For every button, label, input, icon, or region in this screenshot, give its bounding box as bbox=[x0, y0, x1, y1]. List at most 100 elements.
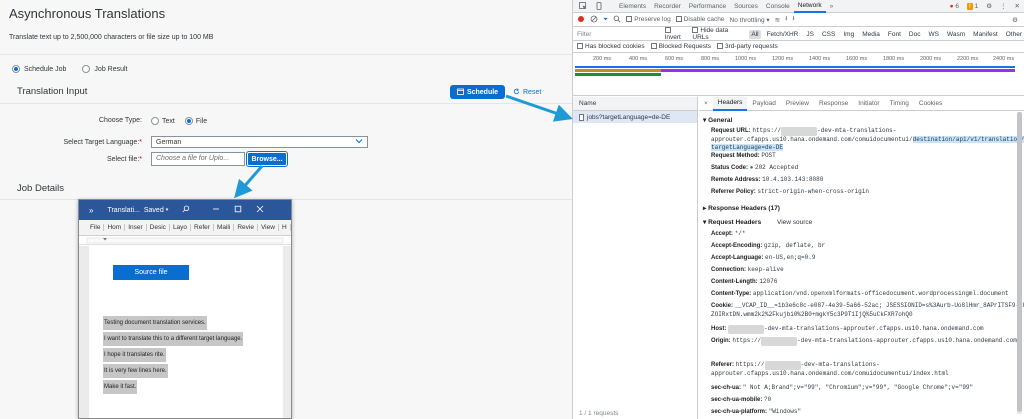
word-saved-status[interactable]: Saved bbox=[144, 207, 164, 214]
tab-elements[interactable]: Elements bbox=[615, 0, 650, 13]
kebab-menu-icon[interactable]: ⋮ bbox=[996, 0, 1011, 13]
filter-img[interactable]: Img bbox=[841, 30, 856, 39]
minimize-icon[interactable] bbox=[212, 205, 220, 215]
filter-wasm[interactable]: Wasm bbox=[945, 30, 967, 39]
inspect-icon[interactable] bbox=[573, 0, 591, 13]
request-headers-section-header[interactable]: ▾ Request Headers View source bbox=[703, 218, 812, 226]
word-doc-title: Translati... bbox=[107, 206, 140, 214]
ribbon-tab-file[interactable]: File bbox=[87, 224, 105, 231]
blocked-requests-checkbox[interactable]: Blocked Requests bbox=[650, 43, 711, 50]
network-overview-timeline[interactable]: 200 ms 400 ms 600 ms 800 ms 1000 ms 1200… bbox=[573, 54, 1024, 96]
ribbon-tab-help[interactable]: H bbox=[279, 224, 291, 231]
tab-sources[interactable]: Sources bbox=[730, 0, 762, 13]
filter-other[interactable]: Other bbox=[1004, 30, 1024, 39]
export-har-icon[interactable]: ⭳ bbox=[792, 14, 794, 25]
network-settings-icon[interactable]: ⚙ bbox=[1012, 16, 1018, 24]
saved-dropdown-icon[interactable]: ▾ bbox=[166, 207, 169, 213]
scrollbar-thumb[interactable] bbox=[1017, 112, 1022, 412]
close-icon[interactable] bbox=[256, 205, 264, 215]
radio-type-file-label[interactable]: File bbox=[196, 118, 207, 125]
radio-type-text-label[interactable]: Text bbox=[162, 118, 175, 125]
network-conditions-icon[interactable]: ≋ bbox=[775, 16, 780, 24]
word-overflow-icon[interactable]: » bbox=[89, 206, 93, 215]
header-origin: Origin: https://xxxxxxxxxxxx-dev-mta-tra… bbox=[711, 337, 1017, 346]
device-toolbar-icon[interactable] bbox=[591, 0, 607, 13]
ribbon-tab-view[interactable]: View bbox=[258, 224, 279, 231]
warning-count[interactable]: ! 1 bbox=[963, 0, 982, 13]
filter-input[interactable]: Filter bbox=[577, 31, 661, 38]
throttling-select[interactable]: No throttling ▾ bbox=[730, 16, 770, 24]
radio-schedule-job-label[interactable]: Schedule Job bbox=[24, 66, 66, 73]
radio-schedule-job[interactable] bbox=[12, 65, 20, 73]
filter-media[interactable]: Media bbox=[860, 30, 882, 39]
search-icon[interactable] bbox=[613, 15, 621, 25]
detail-tab-headers[interactable]: Headers bbox=[712, 96, 748, 111]
detail-tab-cookies[interactable]: Cookies bbox=[914, 97, 947, 111]
tab-network[interactable]: Network bbox=[793, 0, 826, 13]
detail-tab-timing[interactable]: Timing bbox=[885, 97, 914, 111]
schedule-button[interactable]: Schedule bbox=[450, 85, 505, 99]
general-section-header[interactable]: ▾ General bbox=[703, 116, 732, 124]
third-party-checkbox[interactable]: 3rd-party requests bbox=[717, 43, 778, 50]
record-icon[interactable] bbox=[577, 15, 585, 25]
preserve-log-checkbox[interactable]: Preserve log bbox=[626, 16, 671, 23]
file-upload-input[interactable]: Choose a file for Uplo... bbox=[151, 152, 245, 166]
detail-tab-payload[interactable]: Payload bbox=[747, 97, 781, 111]
word-ruler[interactable] bbox=[79, 236, 291, 245]
filter-js[interactable]: JS bbox=[804, 30, 816, 39]
search-icon[interactable] bbox=[182, 205, 190, 215]
ribbon-tab-mailings[interactable]: Maili bbox=[214, 224, 235, 231]
word-page[interactable]: Source file Testing document translation… bbox=[89, 246, 283, 418]
settings-icon[interactable]: ⚙ bbox=[982, 0, 996, 13]
radio-type-file[interactable] bbox=[184, 117, 193, 125]
view-source-link[interactable]: View source bbox=[777, 219, 812, 226]
document-icon bbox=[579, 113, 584, 121]
close-devtools-icon[interactable]: ✕ bbox=[1011, 0, 1024, 13]
invert-checkbox[interactable]: Invert bbox=[664, 27, 689, 41]
ribbon-tab-insert[interactable]: Inser bbox=[125, 224, 147, 231]
close-detail-icon[interactable]: × bbox=[699, 97, 713, 111]
clear-icon[interactable] bbox=[590, 15, 598, 25]
tab-performance[interactable]: Performance bbox=[685, 0, 730, 13]
radio-job-result[interactable] bbox=[82, 65, 91, 73]
request-row[interactable]: jobs?targetLanguage=de-DE bbox=[573, 111, 697, 123]
radio-type-text[interactable] bbox=[151, 117, 159, 125]
tab-console[interactable]: Console bbox=[762, 0, 794, 13]
filter-manifest[interactable]: Manifest bbox=[971, 30, 1000, 39]
filter-font[interactable]: Font bbox=[886, 30, 903, 39]
radio-job-result-label[interactable]: Job Result bbox=[94, 66, 127, 73]
disable-cache-checkbox[interactable]: Disable cache bbox=[675, 16, 725, 23]
import-har-icon[interactable]: ⭳ bbox=[785, 14, 787, 25]
response-headers-section-header[interactable]: ▸ Response Headers (17) bbox=[703, 204, 780, 212]
tab-recorder[interactable]: Recorder bbox=[650, 0, 685, 13]
blocked-cookies-checkbox[interactable]: Has blocked cookies bbox=[577, 43, 645, 50]
maximize-icon[interactable] bbox=[234, 205, 242, 215]
ribbon-tab-design[interactable]: Desic bbox=[147, 224, 170, 231]
timeline-tick: 1800 ms bbox=[883, 56, 905, 62]
filter-css[interactable]: CSS bbox=[820, 30, 837, 39]
ribbon-tab-references[interactable]: Refer bbox=[191, 224, 214, 231]
ribbon-tab-layout[interactable]: Layo bbox=[170, 224, 192, 231]
filter-doc[interactable]: Doc bbox=[907, 30, 923, 39]
reset-button[interactable]: Reset bbox=[513, 88, 541, 97]
name-column-header[interactable]: Name bbox=[573, 97, 697, 111]
ribbon-tab-home[interactable]: Hom bbox=[104, 224, 126, 231]
hide-data-urls-checkbox[interactable]: Hide data URLs bbox=[692, 27, 745, 41]
timeline-tick: 800 ms bbox=[701, 56, 720, 62]
target-language-select[interactable]: German bbox=[151, 136, 368, 148]
detail-scrollbar[interactable] bbox=[1017, 112, 1022, 414]
timeline-tick: 1600 ms bbox=[846, 56, 868, 62]
detail-tab-response[interactable]: Response bbox=[814, 97, 853, 111]
filter-ws[interactable]: WS bbox=[926, 30, 940, 39]
more-tabs-icon[interactable]: » bbox=[826, 0, 838, 13]
filter-fetch-xhr[interactable]: Fetch/XHR bbox=[765, 30, 801, 39]
browse-button[interactable]: Browse... bbox=[246, 151, 288, 167]
detail-tab-initiator[interactable]: Initiator bbox=[853, 97, 884, 111]
detail-tab-preview[interactable]: Preview bbox=[781, 97, 814, 111]
ribbon-tab-review[interactable]: Revie bbox=[234, 224, 258, 231]
filter-all[interactable]: All bbox=[749, 29, 761, 39]
header-sec-ch-ua-mobile: sec-ch-ua-mobile: ?0 bbox=[711, 396, 772, 403]
filter-icon[interactable]: ⏷ bbox=[603, 16, 608, 24]
error-count[interactable]: ● 6 bbox=[946, 0, 963, 13]
word-ribbon-tabs: File Hom Inser Desic Layo Refer Maili Re… bbox=[79, 220, 291, 236]
